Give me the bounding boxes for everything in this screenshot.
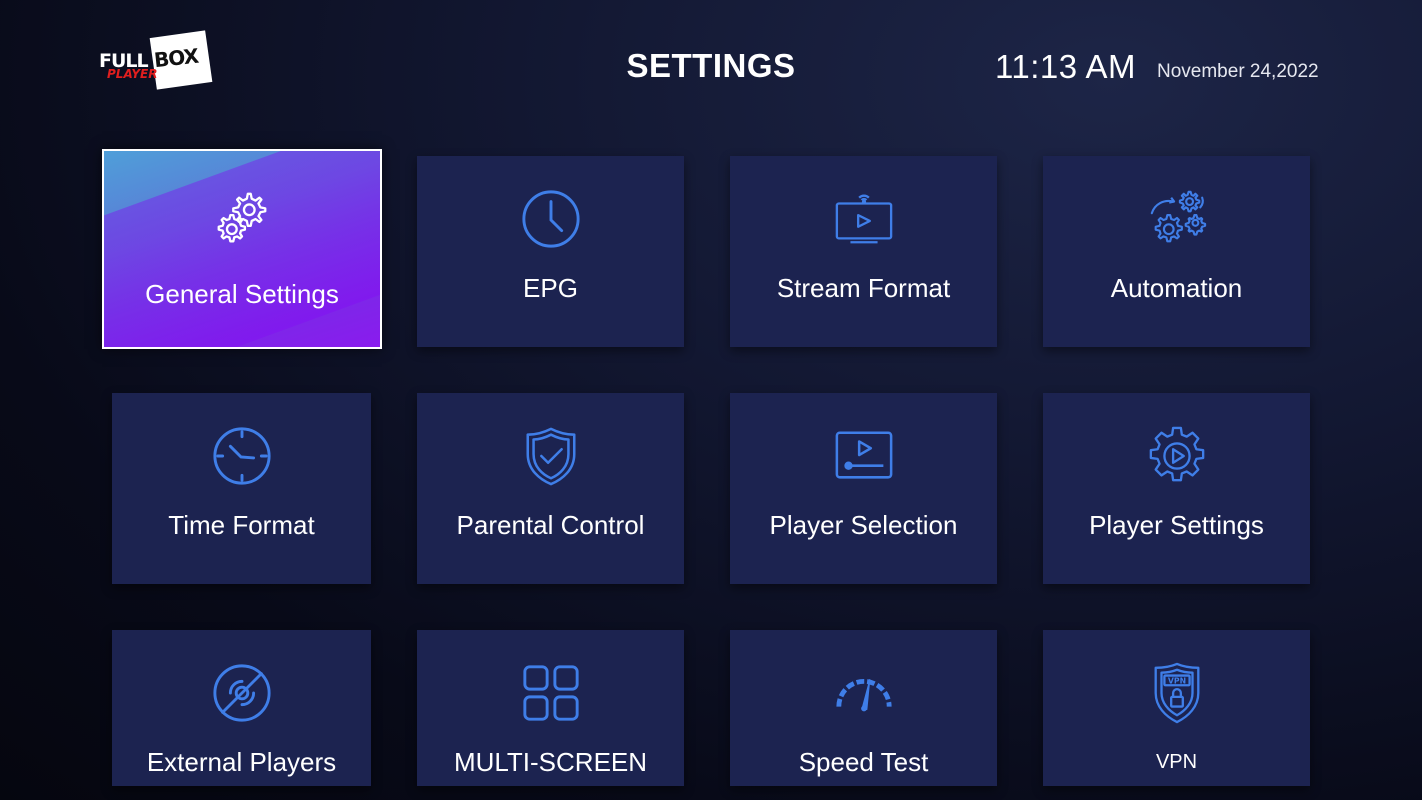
- tile-vpn[interactable]: VPN VPN: [1043, 630, 1310, 786]
- automation-gears-icon: [1146, 188, 1208, 250]
- svg-text:VPN: VPN: [1167, 676, 1185, 685]
- tile-label: MULTI-SCREEN: [453, 747, 648, 777]
- logo-text-box: BOX: [152, 43, 200, 73]
- tile-player-settings[interactable]: Player Settings: [1043, 393, 1310, 584]
- tile-label: Speed Test: [798, 747, 929, 777]
- vpn-shield-lock-icon: VPN: [1146, 662, 1208, 724]
- tile-epg[interactable]: EPG: [417, 156, 684, 347]
- tile-label: VPN: [1155, 751, 1198, 773]
- grid-squares-icon: [520, 662, 582, 724]
- tile-label: External Players: [146, 747, 337, 777]
- tile-label: Player Settings: [1089, 510, 1264, 540]
- tile-speed-test[interactable]: Speed Test: [730, 630, 997, 786]
- tile-time-format[interactable]: Time Format: [112, 393, 371, 584]
- tile-player-selection[interactable]: Player Selection: [730, 393, 997, 584]
- tv-stream-icon: [833, 188, 895, 250]
- gear-play-icon: [1146, 425, 1208, 487]
- clock-time: 11:13 AM: [995, 48, 1136, 85]
- logo-text-player: PLAYER: [107, 67, 158, 81]
- time-format-clock-icon: [211, 425, 273, 487]
- shield-check-icon: [520, 425, 582, 487]
- app-logo: FULL BOX PLAYER: [97, 30, 215, 92]
- tile-label: Parental Control: [456, 510, 645, 540]
- tile-label: General Settings: [145, 279, 339, 309]
- speedometer-icon: [833, 662, 895, 724]
- video-player-icon: [833, 425, 895, 487]
- tile-external-players[interactable]: External Players: [112, 630, 371, 786]
- tile-label: EPG: [523, 273, 578, 303]
- tile-general-settings[interactable]: General Settings: [102, 149, 382, 349]
- tile-label: Automation: [1110, 273, 1243, 303]
- current-date: November 24,2022: [1157, 61, 1319, 82]
- page-title: SETTINGS: [626, 47, 796, 84]
- disc-slash-icon: [211, 662, 273, 724]
- clock-icon: [520, 188, 582, 250]
- gears-icon: [211, 188, 273, 250]
- tile-parental-control[interactable]: Parental Control: [417, 393, 684, 584]
- tile-label: Time Format: [168, 510, 315, 540]
- tile-automation[interactable]: Automation: [1043, 156, 1310, 347]
- tile-stream-format[interactable]: Stream Format: [730, 156, 997, 347]
- tile-label: Player Selection: [769, 510, 958, 540]
- tile-multi-screen[interactable]: MULTI-SCREEN: [417, 630, 684, 786]
- tile-label: Stream Format: [776, 273, 951, 303]
